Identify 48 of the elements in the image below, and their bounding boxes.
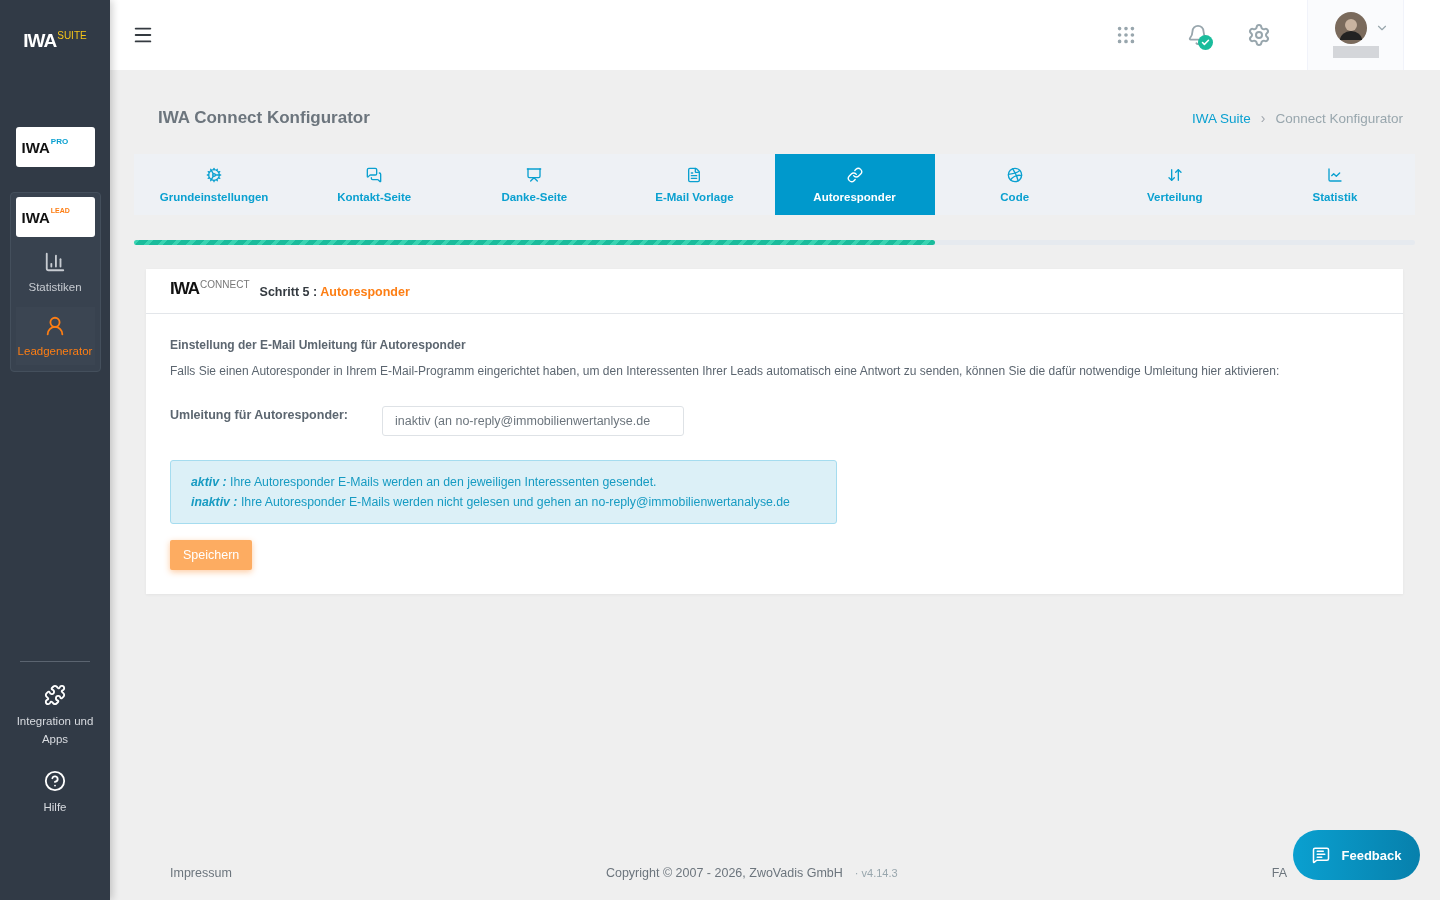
- sidebar-item[interactable]: Integration und Apps: [15, 684, 95, 748]
- gear-icon: [206, 166, 223, 183]
- user-menu[interactable]: [1307, 0, 1404, 70]
- step-tab[interactable]: Kontakt-Seite: [294, 154, 455, 215]
- bar-chart-icon: [44, 251, 66, 273]
- feedback-button[interactable]: Feedback: [1293, 830, 1420, 880]
- version-text: · v4.14.3: [854, 867, 898, 879]
- document-icon: [686, 166, 703, 183]
- breadcrumb-separator: ›: [1260, 110, 1266, 126]
- ball-icon: [1006, 166, 1023, 183]
- step-tab[interactable]: E-Mail Vorlage: [614, 154, 775, 215]
- info-text: aktiv : Ihre Autoresponder E-Mails werden an den jeweiligen Interessenten gesendet.: [191, 474, 657, 491]
- step-tab[interactable]: Statistik: [1254, 154, 1415, 215]
- step-tab[interactable]: Code: [934, 154, 1095, 215]
- info-text: inaktiv : Ihre Autoresponder E-Mails werden nicht gelesen und gehen an no-reply@immobilienwertanalyse.de: [191, 494, 790, 511]
- apps-button[interactable]: [1115, 24, 1137, 46]
- puzzle-icon: [44, 684, 66, 706]
- user-icon: [44, 315, 66, 337]
- section-heading: Einstellung der E-Mail Umleitung für Autoresponder: [170, 338, 467, 352]
- link-icon: [846, 166, 863, 183]
- description-text: Falls Sie einen Autoresponder in Ihrem E-Mail-Programm eingerichtet haben, um den Interessenten Ihrer Leads automatisch eine Antwort zu senden, können Sie die dafür notwendige Umleitung hier aktivieren:: [170, 363, 1281, 380]
- page-title: IWA Connect Konfigurator: [158, 108, 370, 128]
- redacted-name: [1332, 46, 1379, 58]
- copyright-text: Copyright © 2007 - 2026, ZwoVadis GmbH: [605, 866, 843, 880]
- field-label: Umleitung für Autoresponder:: [170, 407, 348, 422]
- step-tab[interactable]: Autoresponder: [774, 154, 935, 215]
- save-button[interactable]: Speichern: [170, 540, 253, 570]
- feedback-icon: [1311, 846, 1330, 864]
- apps-grid-icon: [1115, 24, 1137, 46]
- arrows-icon: [1166, 166, 1183, 183]
- faq-link[interactable]: FA: [1271, 866, 1287, 880]
- chat-icon: [366, 166, 383, 183]
- breadcrumb-item[interactable]: Connect Konfigurator: [1275, 110, 1403, 126]
- step-tab[interactable]: Danke-Seite: [454, 154, 615, 215]
- breadcrumb-item[interactable]: IWA Suite: [1191, 110, 1251, 126]
- presentation-icon: [526, 166, 543, 183]
- line-chart-icon: [1326, 166, 1343, 183]
- settings-button[interactable]: [1247, 23, 1271, 47]
- sidebar-item[interactable]: Hilfe: [15, 770, 95, 816]
- step-tab[interactable]: Grundeinstellungen: [134, 154, 295, 215]
- avatar-icon: [1334, 12, 1367, 44]
- impressum-link[interactable]: Impressum: [170, 866, 232, 880]
- sidebar-item[interactable]: Statistiken: [15, 243, 95, 301]
- step-title: Schritt 5 : Autoresponder: [259, 285, 410, 299]
- settings-icon: [1247, 23, 1271, 47]
- help-icon: [44, 770, 66, 792]
- step-tab[interactable]: Verteilung: [1094, 154, 1255, 215]
- redirect-select[interactable]: inaktiv (an no-reply@immobilienwertanlyse.de: [382, 406, 684, 436]
